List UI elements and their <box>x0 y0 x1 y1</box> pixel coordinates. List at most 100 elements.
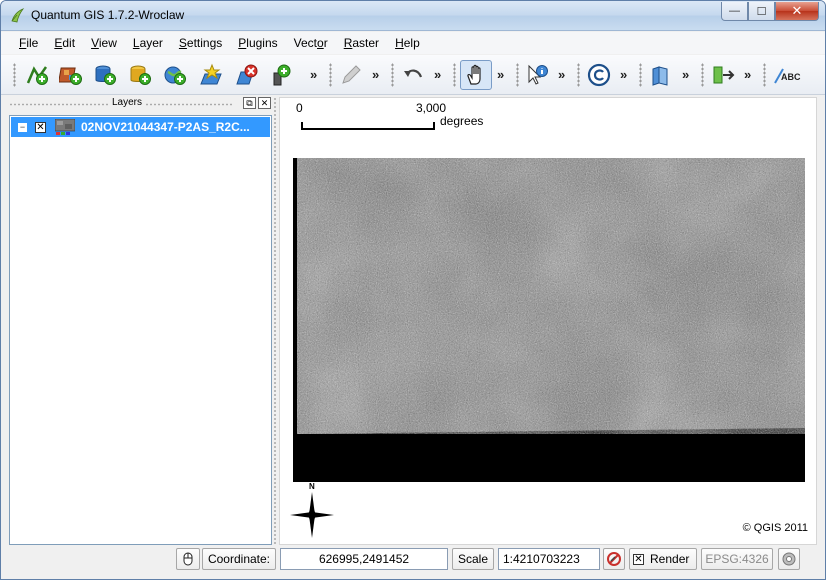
layer-tree[interactable]: − ✕ 02NOV21044347-P2AS_R2C... <box>9 115 272 545</box>
panel-splitter[interactable] <box>273 97 277 545</box>
qgis-logo-icon <box>11 8 25 23</box>
coordinate-label: Coordinate: <box>202 548 276 570</box>
menu-view-accel: V <box>91 36 99 50</box>
map-canvas[interactable]: 0 3,000 degrees N © QGIS 2011 <box>279 97 817 545</box>
menu-file-label: ile <box>26 36 39 50</box>
open-book-icon <box>652 66 668 86</box>
svg-text:ABC: ABC <box>781 72 801 82</box>
move-label-button[interactable] <box>709 61 737 89</box>
menu-layer[interactable]: Layer <box>125 36 171 50</box>
menu-view[interactable]: View <box>83 36 125 50</box>
menu-vector-accel: o <box>317 36 324 50</box>
add-vector-layer-icon <box>26 66 48 85</box>
collapse-toggle[interactable]: − <box>18 123 27 132</box>
render-toggle[interactable]: ✕ Render <box>629 548 697 570</box>
toolbar-grip[interactable] <box>13 63 16 87</box>
menu-edit-label: dit <box>62 36 76 50</box>
toolbar-overflow-4[interactable]: » <box>497 67 504 82</box>
help-book-button[interactable] <box>647 61 675 89</box>
menu-layer-label: ayer <box>139 36 163 50</box>
identify-button[interactable] <box>523 61 551 89</box>
toolbar-overflow-2[interactable]: » <box>372 67 379 82</box>
render-checkbox[interactable]: ✕ <box>633 553 644 565</box>
float-panel-button[interactable]: ⧉ <box>243 97 256 109</box>
label-button[interactable]: ABC <box>773 61 801 89</box>
scalebar <box>301 122 435 130</box>
add-postgis-layer-icon <box>95 65 116 85</box>
projection-button[interactable]: EPSG:4326 <box>701 548 773 570</box>
menu-bar: File Edit View Layer Settings Plugins Ve… <box>1 32 825 54</box>
menu-settings-accel: S <box>178 36 187 50</box>
scalebar-end-label: 3,000 <box>416 101 447 115</box>
messages-icon <box>782 552 796 566</box>
toolbar-overflow-8[interactable]: » <box>744 67 751 82</box>
minimize-button[interactable]: — <box>721 2 748 21</box>
menu-help[interactable]: Help <box>387 36 428 50</box>
toolbar-grip[interactable] <box>391 63 394 87</box>
render-label: Render <box>650 552 690 566</box>
mouse-icon <box>183 552 193 566</box>
toolbar-overflow-5[interactable]: » <box>558 67 565 82</box>
close-button[interactable]: ✕ <box>775 2 819 21</box>
toolbar-overflow-1[interactable]: » <box>310 67 317 82</box>
scalebar-start-label: 0 <box>296 101 303 115</box>
north-label: N <box>309 482 315 491</box>
toggle-extents-button[interactable] <box>176 548 200 570</box>
close-panel-button[interactable]: ✕ <box>258 97 271 109</box>
toolbar-grip[interactable] <box>577 63 580 87</box>
toolbar-grip[interactable] <box>516 63 519 87</box>
menu-settings-label: ettings <box>186 36 223 50</box>
edit-pencil-icon <box>342 65 361 84</box>
menu-help-accel: H <box>395 36 404 50</box>
label-abc-icon: ABC <box>774 68 801 84</box>
copyright-label-icon <box>587 63 611 87</box>
scale-field[interactable]: 1:4210703223 <box>498 548 600 570</box>
layer-visibility-checkbox[interactable]: ✕ <box>35 122 46 133</box>
add-raster-layer-button[interactable] <box>57 61 85 89</box>
pan-hand-icon <box>467 64 481 85</box>
add-postgis-layer-button[interactable] <box>91 61 119 89</box>
satellite-raster-image <box>293 158 805 482</box>
pan-tool-button[interactable] <box>460 60 492 90</box>
toolbar-grip[interactable] <box>701 63 704 87</box>
toolbar-overflow-7[interactable]: » <box>682 67 689 82</box>
copyright-label: © QGIS 2011 <box>742 522 808 534</box>
new-shapefile-layer-button[interactable] <box>197 61 225 89</box>
toolbar-overflow-6[interactable]: » <box>620 67 627 82</box>
add-spatialite-layer-icon <box>130 65 151 85</box>
toolbar-grip[interactable] <box>763 63 766 87</box>
stop-render-icon <box>607 552 621 566</box>
add-spatialite-layer-button[interactable] <box>126 61 154 89</box>
edit-pencil-button[interactable] <box>337 61 365 89</box>
messages-button[interactable] <box>778 548 800 570</box>
status-bar: Coordinate: 626995,2491452 Scale 1:42107… <box>1 546 825 576</box>
menu-raster-label: aster <box>352 36 380 50</box>
coordinate-field[interactable]: 626995,2491452 <box>280 548 448 570</box>
copyright-label-button[interactable] <box>585 61 613 89</box>
menu-plugins-label: lugins <box>246 36 278 50</box>
menu-vector[interactable]: Vector <box>286 36 336 50</box>
menu-edit[interactable]: Edit <box>46 36 83 50</box>
layers-panel-header[interactable]: Layers ⧉ ✕ <box>9 97 272 111</box>
add-vector-layer-button[interactable] <box>23 61 51 89</box>
toolbar-grip[interactable] <box>639 63 642 87</box>
menu-file[interactable]: File <box>11 36 46 50</box>
toolbar-overflow-3[interactable]: » <box>434 67 441 82</box>
maximize-button[interactable]: ☐ <box>748 2 775 21</box>
title-bar[interactable]: Quantum GIS 1.7.2-Wroclaw — ☐ ✕ <box>1 1 825 31</box>
menu-plugins[interactable]: Plugins <box>230 36 285 50</box>
toolbar-grip[interactable] <box>453 63 456 87</box>
stop-render-button[interactable] <box>603 548 625 570</box>
layer-item[interactable]: − ✕ 02NOV21044347-P2AS_R2C... <box>11 117 270 137</box>
menu-settings[interactable]: Settings <box>171 36 230 50</box>
add-wms-layer-icon <box>164 66 186 85</box>
menu-raster[interactable]: Raster <box>336 36 387 50</box>
add-wms-layer-button[interactable] <box>161 61 189 89</box>
remove-layer-button[interactable] <box>233 61 261 89</box>
menu-view-label: iew <box>98 36 117 50</box>
north-arrow-icon: N <box>290 482 334 538</box>
toolbar-grip[interactable] <box>329 63 332 87</box>
add-vertex-layer-button[interactable] <box>267 61 295 89</box>
add-raster-layer-icon <box>59 67 82 85</box>
undo-button[interactable] <box>399 61 427 89</box>
